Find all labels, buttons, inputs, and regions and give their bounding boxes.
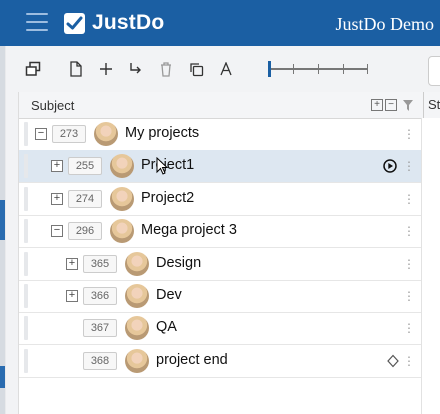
collapse-icon[interactable]: − <box>51 225 63 238</box>
task-seq-id: 366 <box>83 287 117 305</box>
avatar[interactable] <box>125 316 149 341</box>
drag-handle[interactable] <box>24 316 28 341</box>
drag-handle[interactable] <box>24 122 28 146</box>
slider-handle[interactable] <box>268 61 271 77</box>
add-subtask-icon[interactable] <box>126 60 144 78</box>
drag-handle[interactable] <box>24 251 28 276</box>
expand-icon[interactable]: + <box>51 160 63 173</box>
avatar[interactable] <box>110 186 134 211</box>
app-logo[interactable]: JustDo <box>64 11 164 35</box>
task-row[interactable]: +255 Project1 ⋮ <box>19 150 421 184</box>
expand-all-icon[interactable]: + <box>371 99 383 111</box>
column-header-status[interactable]: Sta <box>423 92 440 118</box>
new-task-icon[interactable] <box>67 60 85 78</box>
task-seq-id: 365 <box>83 254 117 273</box>
avatar[interactable] <box>125 348 149 373</box>
add-icon[interactable] <box>97 60 115 78</box>
task-title[interactable]: project end <box>156 352 228 368</box>
row-menu-icon[interactable]: ⋮ <box>403 224 415 238</box>
task-seq-id: 367 <box>83 319 117 338</box>
avatar[interactable] <box>125 251 149 276</box>
top-bar: JustDo JustDo Demo <box>0 0 440 46</box>
expand-icon[interactable]: + <box>51 192 63 205</box>
task-title[interactable]: My projects <box>125 125 199 141</box>
row-menu-icon[interactable]: ⋮ <box>403 257 415 271</box>
avatar[interactable] <box>94 122 118 146</box>
drag-handle[interactable] <box>24 186 28 211</box>
task-title[interactable]: Project2 <box>141 190 194 206</box>
drag-handle[interactable] <box>24 154 28 179</box>
task-title[interactable]: Dev <box>156 287 182 303</box>
task-seq-id: 255 <box>68 157 102 176</box>
filter-icon[interactable] <box>403 99 413 114</box>
task-title[interactable]: QA <box>156 319 177 335</box>
row-menu-icon[interactable]: ⋮ <box>403 321 415 335</box>
task-row[interactable]: 367 QA ⋮ <box>19 312 421 346</box>
menu-icon[interactable] <box>26 13 48 31</box>
task-row[interactable]: −273 My projects ⋮ <box>19 118 421 151</box>
main-panel: Subject + − Sta −273My projects⋮+255Proj… <box>6 46 440 414</box>
status-column <box>421 118 440 414</box>
row-menu-icon[interactable]: ⋮ <box>403 192 415 206</box>
multi-select-icon[interactable] <box>24 60 42 78</box>
trash-icon[interactable] <box>157 60 175 78</box>
task-seq-id: 274 <box>68 189 102 208</box>
zoom-slider[interactable] <box>268 61 368 77</box>
toolbar <box>6 46 440 92</box>
text-format-icon[interactable] <box>217 60 235 78</box>
task-row[interactable]: +365 Design ⋮ <box>19 248 421 281</box>
logo-check-icon <box>64 12 85 34</box>
grid-header: Subject + − Sta <box>19 92 440 119</box>
play-circle-icon[interactable] <box>383 159 397 174</box>
avatar[interactable] <box>110 219 134 244</box>
task-seq-id: 296 <box>68 222 102 241</box>
drag-handle[interactable] <box>24 348 28 373</box>
task-seq-id: 368 <box>83 351 117 370</box>
task-title[interactable]: Design <box>156 255 201 271</box>
expand-icon[interactable]: + <box>66 257 78 270</box>
task-row[interactable]: +274 Project2 ⋮ <box>19 183 421 216</box>
collapse-all-icon[interactable]: − <box>385 99 397 111</box>
drag-handle[interactable] <box>24 284 28 308</box>
copy-icon[interactable] <box>187 60 205 78</box>
task-seq-id: 273 <box>52 125 86 143</box>
row-menu-icon[interactable]: ⋮ <box>403 127 415 141</box>
task-row[interactable]: 368 project end ⋮ <box>19 345 421 378</box>
search-input[interactable] <box>428 56 440 86</box>
diamond-icon[interactable] <box>387 354 401 368</box>
row-menu-icon[interactable]: ⋮ <box>403 354 415 368</box>
task-row[interactable]: −296 Mega project 3 ⋮ <box>19 215 421 249</box>
expand-icon[interactable]: + <box>66 290 78 302</box>
project-name[interactable]: JustDo Demo <box>336 14 435 35</box>
drag-handle[interactable] <box>24 219 28 244</box>
row-menu-icon[interactable]: ⋮ <box>403 159 415 173</box>
left-sidebar-strip <box>0 46 5 414</box>
task-row[interactable]: +366 Dev ⋮ <box>19 280 421 313</box>
collapse-icon[interactable]: − <box>35 128 47 140</box>
task-title[interactable]: Mega project 3 <box>141 222 237 238</box>
task-grid: Subject + − Sta −273My projects⋮+255Proj… <box>18 92 440 414</box>
app-name: JustDo <box>92 11 165 34</box>
column-header-subject[interactable]: Subject <box>31 98 74 113</box>
mouse-cursor-icon <box>156 157 169 175</box>
avatar[interactable] <box>110 154 134 179</box>
row-menu-icon[interactable]: ⋮ <box>403 289 415 303</box>
avatar[interactable] <box>125 284 149 308</box>
